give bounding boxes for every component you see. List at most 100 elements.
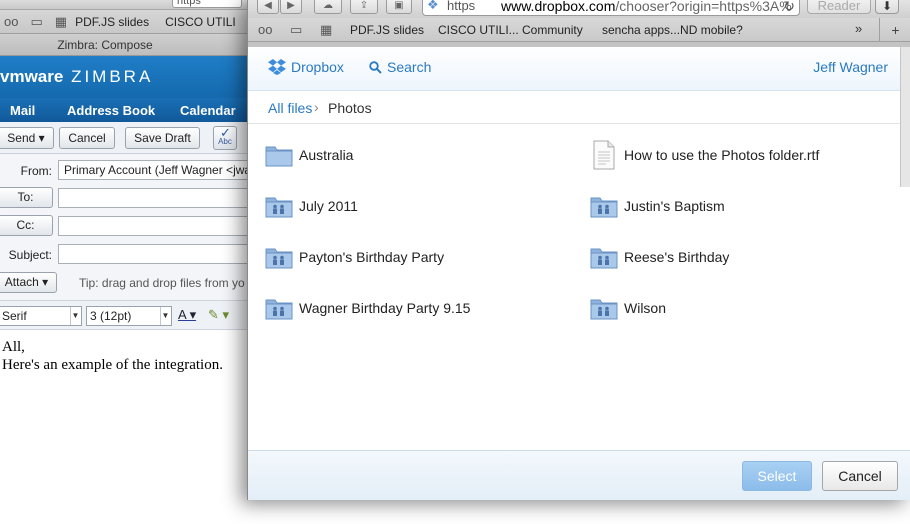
bg-bookmark[interactable]: PDF.JS slides [75,15,149,29]
extension-icon[interactable]: ▣ [386,0,412,14]
cancel-compose-button[interactable]: Cancel [59,127,115,149]
compose-toolbar: Send ▾ Cancel Save Draft Abc [0,118,260,154]
top-sites-grid-icon[interactable]: ▦ [320,22,332,38]
folder-icon [265,142,299,168]
message-body[interactable]: All, Here's an example of the integratio… [2,338,223,374]
reader-button[interactable]: Reader [807,0,871,14]
downloads-icon[interactable]: ⬇ [875,0,899,14]
tab-title: Zimbra: Compose [57,38,153,52]
folder-item[interactable]: Justin's Baptism [590,187,725,225]
format-toolbar: Serif ▼ 3 (12pt) ▼ A ▾ ✎ ▾ [0,300,260,330]
file-item[interactable]: How to use the Photos folder.rtf [590,136,819,174]
breadcrumb-separator-icon: › [314,99,319,115]
bookmarks-book-icon[interactable]: ▭ [30,14,42,30]
to-button[interactable]: To: [0,187,53,208]
body-line: Here's an example of the integration. [2,357,223,373]
folder-item[interactable]: July 2011 [265,187,358,225]
bookmark-item[interactable]: PDF.JS slides [350,23,424,37]
bg-url-field[interactable]: https [172,0,242,8]
font-family-select[interactable]: Serif ▼ [0,306,82,326]
font-size-value: 3 (12pt) [90,309,132,323]
new-tab-icon[interactable]: + [879,18,910,42]
item-label: Payton's Birthday Party [299,249,445,265]
spellcheck-icon[interactable]: Abc [213,118,237,150]
url-path: /chooser?origin=https%3A% [615,0,792,14]
dropbox-home-link[interactable]: Dropbox [268,59,344,75]
bookmark-item[interactable]: sencha apps...ND mobile? [602,23,743,37]
folder-item[interactable]: Payton's Birthday Party [265,238,444,276]
search-icon [369,60,382,74]
subject-field[interactable] [58,244,260,264]
nav-calendar[interactable]: Calendar [180,103,236,118]
url-host: www.dropbox.com [501,0,616,14]
dropbox-brand: Dropbox [291,59,344,75]
shared-folder-icon [590,295,624,321]
attach-label: Attach [4,275,39,289]
cancel-button[interactable]: Cancel [822,461,898,491]
from-select[interactable]: Primary Account (Jeff Wagner <jwa [58,160,260,180]
folder-item[interactable]: Wilson [590,289,666,327]
share-icon[interactable]: ⇪ [350,0,378,14]
file-list: Australia How to use the Photos folder.rt… [248,125,910,450]
breadcrumb-all-files[interactable]: All files [268,100,312,116]
to-field[interactable] [58,188,260,208]
item-label: Wilson [624,300,667,316]
bookmarks-bar: oo ▭ ▦ PDF.JS slides CISCO UTILI... Comm… [248,18,910,42]
nav-address-book[interactable]: Address Book [67,103,155,118]
zimbra-logo: vmware ZIMBRA [0,67,153,87]
back-button[interactable]: ◀ [257,0,279,14]
more-bookmarks-icon[interactable]: » [855,21,862,36]
search-link[interactable]: Search [369,59,431,75]
breadcrumb-current: Photos [328,100,372,116]
save-draft-button[interactable]: Save Draft [125,127,200,149]
bg-tab-zimbra[interactable]: Zimbra: Compose [0,34,260,56]
reading-list-icon[interactable]: oo [4,14,18,29]
folder-item[interactable]: Wagner Birthday Party 9.15 [265,289,470,327]
folder-item[interactable]: Australia [265,136,353,174]
nav-mail[interactable]: Mail [10,103,35,118]
item-label: July 2011 [299,198,358,214]
shared-folder-icon [265,244,299,270]
send-label: Send [7,131,36,145]
cc-button[interactable]: Cc: [0,215,53,236]
chevron-down-icon: ▼ [160,307,170,325]
shared-folder-icon [590,193,624,219]
font-size-select[interactable]: 3 (12pt) ▼ [86,306,172,326]
bookmark-item[interactable]: CISCO UTILI... Community [438,23,583,37]
item-label: Australia [299,147,354,163]
breadcrumb: All files › Photos [248,91,910,124]
bg-bookmarks-bar: oo ▭ ▦ PDF.JS slides CISCO UTILI [0,10,260,34]
bg-bookmark[interactable]: CISCO UTILI [165,15,236,29]
address-bar[interactable]: ❖ https www.dropbox.com/chooser?origin=h… [422,0,800,16]
reading-list-icon[interactable]: oo [258,22,272,37]
body-line: All, [2,339,25,355]
item-label: Justin's Baptism [624,198,725,214]
from-label: From: [20,164,52,178]
send-button[interactable]: Send ▾ [0,127,54,149]
top-sites-grid-icon[interactable]: ▦ [55,14,67,30]
item-label: Reese's Birthday [624,249,730,265]
reload-icon[interactable]: ↻ [783,0,795,15]
font-family-value: Serif [2,309,27,323]
logo-brand: vmware [0,67,64,86]
attach-tip: Tip: drag and drop files from yo [79,276,245,290]
dropbox-logo-icon [268,59,286,75]
highlight-color-icon[interactable]: ✎ ▾ [208,307,229,323]
folder-item[interactable]: Reese's Birthday [590,238,729,276]
cc-field[interactable] [58,216,260,236]
shared-folder-icon [265,295,299,321]
user-menu[interactable]: Jeff Wagner [813,59,888,75]
document-icon [590,140,624,170]
background-scrollbar[interactable] [900,47,910,187]
item-label: How to use the Photos folder.rtf [624,147,820,163]
select-button[interactable]: Select [742,461,812,491]
subject-label: Subject: [8,248,52,262]
forward-button[interactable]: ▶ [280,0,302,14]
bookmarks-book-icon[interactable]: ▭ [290,22,302,38]
shared-folder-icon [590,244,624,270]
attach-button[interactable]: Attach ▾ [0,272,57,293]
text-color-icon[interactable]: A ▾ [178,307,196,323]
search-label: Search [387,59,432,75]
cloud-icon[interactable]: ☁ [314,0,342,14]
item-label: Wagner Birthday Party 9.15 [299,300,471,316]
